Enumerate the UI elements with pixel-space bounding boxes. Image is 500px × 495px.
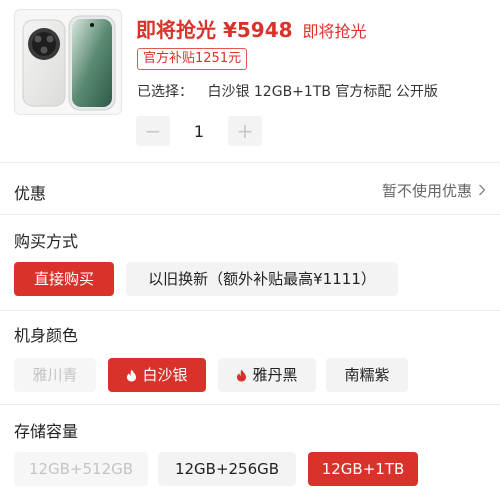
storage-title: 存储容量 [14, 422, 79, 441]
storage-option-1tb[interactable]: 12GB+1TB [308, 452, 418, 486]
purchase-option-trade-in[interactable]: 以旧换新（额外补贴最高¥1111） [126, 262, 398, 296]
storage-option-256gb[interactable]: 12GB+256GB [158, 452, 296, 486]
divider [0, 214, 500, 215]
divider [0, 162, 500, 163]
color-option-yadanhei[interactable]: 雅丹黑 [218, 358, 316, 392]
selected-spec: 已选择： 白沙银 12GB+1TB 官方标配 公开版 [137, 82, 438, 102]
selected-prefix: 已选择： [137, 84, 193, 100]
divider [0, 310, 500, 311]
color-label: 白沙银 [142, 366, 188, 384]
color-title: 机身颜色 [14, 326, 79, 345]
purchase-option-direct[interactable]: 直接购买 [14, 262, 114, 296]
promo-selector[interactable]: 暂不使用优惠 [382, 180, 486, 201]
promo-value: 暂不使用优惠 [381, 182, 472, 200]
color-option-baishayin[interactable]: 白沙银 [108, 358, 206, 392]
divider [0, 404, 500, 405]
color-option-yachuanqing[interactable]: 雅川青 [14, 358, 96, 392]
quantity-minus-button[interactable]: − [136, 116, 170, 146]
price-row: 即将抢光 ¥5948 即将抢光 [136, 14, 367, 42]
color-option-nannuozi[interactable]: 南糯紫 [326, 358, 408, 392]
color-label: 雅丹黑 [252, 366, 298, 384]
selected-value: 白沙银 12GB+1TB 官方标配 公开版 [207, 84, 438, 100]
purchase-method-title: 购买方式 [14, 232, 79, 251]
quantity-value[interactable]: 1 [170, 122, 228, 141]
phone-product-image [22, 15, 116, 111]
storage-option-512gb[interactable]: 12GB+512GB [14, 452, 148, 486]
subsidy-badge: 官方补贴1251元 [137, 48, 248, 70]
promo-title: 优惠 [14, 184, 47, 203]
flame-icon [126, 360, 137, 394]
flame-icon [236, 360, 247, 394]
chevron-right-icon [478, 182, 486, 200]
quantity-stepper: − 1 + [136, 116, 262, 146]
product-thumbnail[interactable] [14, 9, 122, 115]
quantity-plus-button[interactable]: + [228, 116, 262, 146]
stock-note: 即将抢光 [302, 22, 367, 41]
price-label: 即将抢光 ¥5948 [136, 18, 293, 42]
